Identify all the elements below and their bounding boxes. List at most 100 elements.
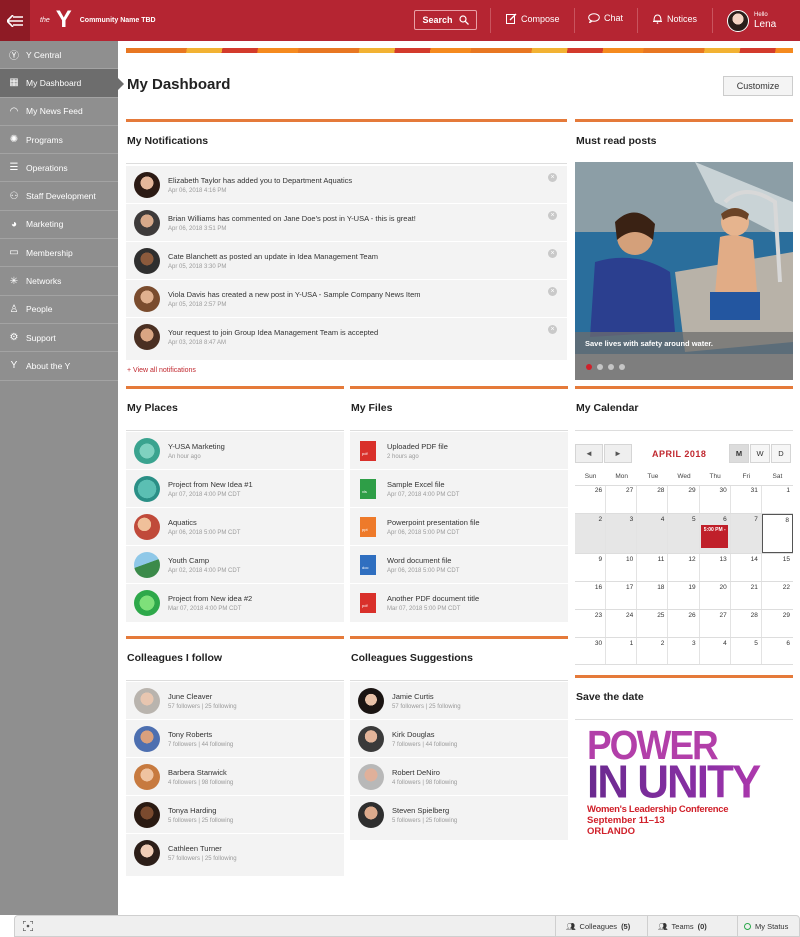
file-item[interactable]: ppt Powerpoint presentation file Apr 06, … [350, 508, 568, 546]
suggestion-item[interactable]: Jamie Curtis 57 followers | 25 following [350, 682, 568, 720]
notification-item[interactable]: Your request to join Group Idea Manageme… [126, 318, 567, 356]
calendar-day[interactable]: 27 [606, 486, 638, 513]
calendar-week-view-button[interactable]: W [750, 444, 770, 463]
calendar-day[interactable]: 22 [762, 582, 793, 609]
calendar-day[interactable]: 25 [637, 610, 669, 637]
calendar-day[interactable]: 6 5:00 PM - [700, 514, 731, 553]
calendar-day[interactable]: 13 [700, 554, 731, 581]
my-status-tab[interactable]: My Status [737, 915, 799, 937]
calendar-day[interactable]: 2 [637, 638, 669, 664]
calendar-day[interactable]: 4 [637, 514, 669, 553]
calendar-day[interactable]: 18 [637, 582, 669, 609]
calendar-day[interactable]: 1 [762, 486, 793, 513]
user-menu[interactable]: Hello Lena [724, 0, 800, 41]
compose-button[interactable]: Compose [506, 13, 560, 24]
colleague-item[interactable]: Tonya Harding 5 followers | 25 following [126, 796, 344, 834]
colleague-item[interactable]: Cathleen Turner 57 followers | 25 followi… [126, 834, 344, 872]
calendar-day[interactable]: 27 [700, 610, 731, 637]
sidebar-item-staff-development[interactable]: ⚇ Staff Development [0, 182, 118, 211]
place-item[interactable]: Project from New Idea #1 Apr 07, 2018 4:0… [126, 470, 344, 508]
calendar-day[interactable]: 9 [575, 554, 607, 581]
suggestion-item[interactable]: Steven Spielberg 5 followers | 25 followi… [350, 796, 568, 834]
notification-item[interactable]: Cate Blanchett as posted an update in Id… [126, 242, 567, 280]
sidebar-item-people[interactable]: ♙ People [0, 296, 118, 324]
place-item[interactable]: Aquatics Apr 06, 2018 5:00 PM CDT [126, 508, 344, 546]
calendar-day[interactable]: 10 [606, 554, 638, 581]
calendar-day[interactable]: 2 [575, 514, 607, 553]
calendar-day[interactable]: 12 [668, 554, 700, 581]
calendar-day[interactable]: 23 [575, 610, 607, 637]
sidebar-item-networks[interactable]: ✳ Networks [0, 267, 118, 296]
sidebar-item-programs[interactable]: ✺ Programs [0, 126, 118, 155]
dismiss-notification-icon[interactable]: × [548, 211, 557, 220]
calendar-next-button[interactable]: ► [604, 444, 632, 463]
sidebar-item-marketing[interactable]: ◕ Marketing [0, 211, 118, 240]
sidebar-item-my-news-feed[interactable]: ◠ My News Feed [0, 98, 118, 126]
calendar-day[interactable]: 16 [575, 582, 607, 609]
place-item[interactable]: Youth Camp Apr 02, 2018 4:00 PM CDT [126, 546, 344, 584]
notices-button[interactable]: Notices [652, 13, 697, 24]
dismiss-notification-icon[interactable]: × [548, 249, 557, 258]
calendar-event[interactable]: 5:00 PM - [700, 525, 728, 548]
file-item[interactable]: xls Sample Excel file Apr 07, 2018 4:00 P… [350, 470, 568, 508]
carousel-dot[interactable] [619, 364, 625, 370]
calendar-day[interactable]: 28 [731, 610, 762, 637]
sidebar-item-y-central[interactable]: Ⓨ Y Central [0, 41, 118, 70]
file-item[interactable]: pdf Another PDF document title Mar 07, 20… [350, 584, 568, 622]
colleague-item[interactable]: Barbera Stanwick 4 followers | 98 followi… [126, 758, 344, 796]
sidebar-item-membership[interactable]: ▭ Membership [0, 239, 118, 268]
calendar-day[interactable]: 5 [668, 514, 700, 553]
calendar-day[interactable]: 3 [668, 638, 700, 664]
notification-item[interactable]: Brian Williams has commented on Jane Doe… [126, 204, 567, 242]
calendar-day[interactable]: 11 [637, 554, 669, 581]
calendar-day[interactable]: 29 [668, 486, 700, 513]
teams-tab[interactable]: 👥︎ Teams (0) [647, 915, 737, 937]
calendar-day[interactable]: 30 [575, 638, 607, 664]
calendar-day[interactable]: 17 [606, 582, 638, 609]
suggestion-item[interactable]: Robert DeNiro 4 followers | 98 following [350, 758, 568, 796]
colleague-item[interactable]: June Cleaver 57 followers | 25 following [126, 682, 344, 720]
calendar-day[interactable]: 7 [731, 514, 762, 553]
notification-item[interactable]: Elizabeth Taylor has added you to Depart… [126, 166, 567, 204]
calendar-day[interactable]: 24 [606, 610, 638, 637]
calendar-day[interactable]: 26 [668, 610, 700, 637]
file-item[interactable]: doc Word document file Apr 06, 2018 5:00 … [350, 546, 568, 584]
calendar-day[interactable]: 26 [575, 486, 607, 513]
calendar-day[interactable]: 6 [762, 638, 793, 664]
notification-item[interactable]: Viola Davis has created a new post in Y-… [126, 280, 567, 318]
expand-icon[interactable] [15, 915, 41, 937]
view-all-notifications-link[interactable]: + View all notifications [127, 367, 196, 374]
calendar-day-view-button[interactable]: D [771, 444, 791, 463]
calendar-day[interactable]: 21 [731, 582, 762, 609]
sidebar-item-my-dashboard[interactable]: ▦ My Dashboard [0, 69, 124, 98]
calendar-day[interactable]: 14 [731, 554, 762, 581]
calendar-day[interactable]: 31 [731, 486, 762, 513]
calendar-day[interactable]: 28 [637, 486, 669, 513]
carousel-dot[interactable] [597, 364, 603, 370]
save-date-promo[interactable]: POWER IN UNITY Women's Leadership Confer… [587, 725, 787, 837]
must-read-carousel[interactable]: Save lives with safety around water. [575, 162, 793, 380]
calendar-day[interactable]: 30 [700, 486, 731, 513]
dismiss-notification-icon[interactable]: × [548, 173, 557, 182]
sidebar-item-about-the-y[interactable]: Y About the Y [0, 352, 118, 381]
dismiss-notification-icon[interactable]: × [548, 325, 557, 334]
suggestion-item[interactable]: Kirk Douglas 7 followers | 44 following [350, 720, 568, 758]
colleague-item[interactable]: Tony Roberts 7 followers | 44 following [126, 720, 344, 758]
calendar-day-today[interactable]: 8 [761, 514, 793, 553]
colleagues-tab[interactable]: 👥︎ Colleagues (5) [555, 915, 647, 937]
calendar-day[interactable]: 1 [606, 638, 638, 664]
place-item[interactable]: Project from New idea #2 Mar 07, 2018 4:0… [126, 584, 344, 622]
calendar-day[interactable]: 15 [762, 554, 793, 581]
calendar-month-view-button[interactable]: M [729, 444, 749, 463]
dismiss-notification-icon[interactable]: × [548, 287, 557, 296]
search-button[interactable]: Search [414, 10, 477, 30]
calendar-day[interactable]: 5 [731, 638, 762, 664]
sidebar-item-support[interactable]: ⚙ Support [0, 324, 118, 353]
calendar-day[interactable]: 29 [762, 610, 793, 637]
calendar-day[interactable]: 19 [668, 582, 700, 609]
menu-toggle-button[interactable] [0, 0, 30, 41]
chat-button[interactable]: Chat [588, 13, 623, 23]
calendar-day[interactable]: 20 [700, 582, 731, 609]
calendar-day[interactable]: 4 [700, 638, 731, 664]
customize-button[interactable]: Customize [723, 76, 793, 96]
